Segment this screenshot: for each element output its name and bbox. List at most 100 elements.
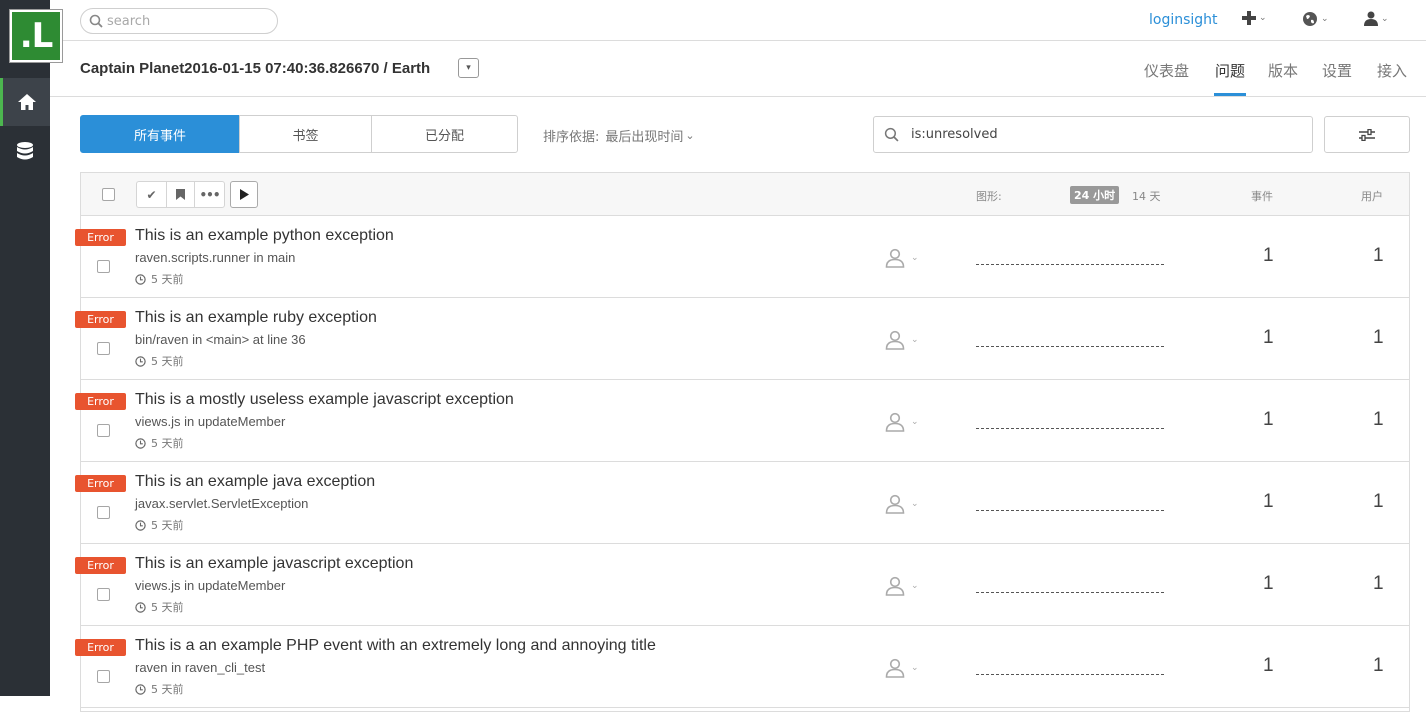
issue-search-input[interactable]: is:unresolved <box>873 116 1313 153</box>
issue-checkbox[interactable] <box>97 342 110 355</box>
issue-last-seen: 5 天前 <box>135 599 184 615</box>
assignee-dropdown[interactable]: ⌄ <box>885 412 919 432</box>
sidebar <box>0 0 50 696</box>
chevron-down-icon: ⌄ <box>911 253 919 263</box>
event-sparkline <box>976 428 1164 429</box>
tab-settings[interactable]: 设置 <box>1322 60 1352 81</box>
user-menu-button[interactable]: ⌄ <box>1364 11 1389 26</box>
issue-checkbox[interactable] <box>97 588 110 601</box>
level-badge: Error <box>75 229 126 246</box>
app-logo[interactable]: .L <box>10 10 62 62</box>
issue-checkbox[interactable] <box>97 670 110 683</box>
issue-title[interactable]: This is an example javascript exception <box>135 555 413 573</box>
tab-install[interactable]: 接入 <box>1377 60 1407 81</box>
issue-row[interactable]: Error This is an example python exceptio… <box>75 216 1409 298</box>
event-count: 1 <box>1263 491 1274 512</box>
clock-icon <box>135 683 146 695</box>
last-seen-text: 5 天前 <box>151 683 184 696</box>
issue-title[interactable]: This is a mostly useless example javascr… <box>135 391 514 409</box>
event-sparkline <box>976 592 1164 593</box>
issue-title[interactable]: This is an example ruby exception <box>135 309 377 327</box>
issue-title[interactable]: This is a an example PHP event with an e… <box>135 637 656 655</box>
sidebar-item-home[interactable] <box>0 78 50 126</box>
filter-all-events-button[interactable]: 所有事件 <box>80 115 240 153</box>
issue-culprit: javax.servlet.ServletException <box>135 496 309 511</box>
chevron-down-icon: ⌄ <box>1259 13 1267 23</box>
language-menu-button[interactable]: ⌄ <box>1302 11 1329 27</box>
user-org-link[interactable]: loginsight <box>1149 12 1218 28</box>
project-switcher-button[interactable]: ▾ <box>458 58 479 78</box>
sidebar-item-database[interactable] <box>0 128 50 176</box>
issue-query: is:unresolved <box>911 127 998 142</box>
last-seen-text: 5 天前 <box>151 519 184 532</box>
issue-culprit: views.js in updateMember <box>135 578 286 593</box>
issue-last-seen: 5 天前 <box>135 435 184 451</box>
assignee-dropdown[interactable]: ⌄ <box>885 494 919 514</box>
chevron-down-icon: ▾ <box>466 63 471 73</box>
bookmark-button[interactable] <box>166 181 195 208</box>
range-24h-button[interactable]: 24 小时 <box>1070 186 1120 204</box>
tab-dashboard[interactable]: 仪表盘 <box>1144 60 1189 81</box>
global-search-input[interactable]: search <box>80 8 278 34</box>
user-outline-icon <box>885 494 905 514</box>
tab-releases[interactable]: 版本 <box>1268 60 1298 81</box>
events-column-label: 事件 <box>1251 190 1273 203</box>
level-badge: Error <box>75 311 126 328</box>
issue-culprit: bin/raven in <main> at line 36 <box>135 332 306 347</box>
user-count: 1 <box>1373 327 1384 348</box>
assignee-dropdown[interactable]: ⌄ <box>885 658 919 678</box>
user-icon <box>1364 11 1378 26</box>
active-tab-indicator <box>1214 93 1246 96</box>
issue-checkbox[interactable] <box>97 424 110 437</box>
home-icon <box>17 94 36 110</box>
chevron-down-icon: ⌄ <box>911 417 919 427</box>
filter-bookmarks-button[interactable]: 书签 <box>239 115 372 153</box>
ellipsis-icon: ••• <box>199 187 220 202</box>
event-count: 1 <box>1263 409 1274 430</box>
last-seen-text: 5 天前 <box>151 437 184 450</box>
event-count: 1 <box>1263 327 1274 348</box>
user-count: 1 <box>1373 409 1384 430</box>
event-sparkline <box>976 674 1164 675</box>
issue-row[interactable]: Error This is an example ruby exception … <box>75 298 1409 380</box>
issue-last-seen: 5 天前 <box>135 681 184 697</box>
new-menu-button[interactable]: ⌄ <box>1242 11 1267 25</box>
issue-row[interactable]: Error This is an example java exception … <box>75 462 1409 544</box>
filter-assigned-button[interactable]: 已分配 <box>371 115 518 153</box>
search-placeholder: search <box>107 13 151 29</box>
assignee-dropdown[interactable]: ⌄ <box>885 576 919 596</box>
issue-row[interactable]: Error This is a mostly useless example j… <box>75 380 1409 462</box>
chevron-down-icon: ⌄ <box>1381 13 1389 24</box>
sort-dropdown[interactable]: 排序依据: 最后出现时间 ⌄ <box>543 126 695 145</box>
issue-culprit: raven.scripts.runner in main <box>135 250 296 265</box>
assignee-dropdown[interactable]: ⌄ <box>885 248 919 268</box>
user-outline-icon <box>885 658 905 678</box>
issue-title[interactable]: This is an example python exception <box>135 227 394 245</box>
select-all-checkbox[interactable] <box>102 188 115 201</box>
more-actions-button[interactable]: ••• <box>194 181 225 208</box>
advanced-filters-button[interactable] <box>1324 116 1410 153</box>
clock-icon <box>135 273 146 285</box>
issue-checkbox[interactable] <box>97 506 110 519</box>
assignee-dropdown[interactable]: ⌄ <box>885 330 919 350</box>
resolve-button[interactable]: ✔ <box>136 181 166 208</box>
users-column-label: 用户 <box>1361 190 1383 203</box>
issue-title[interactable]: This is an example java exception <box>135 473 375 491</box>
event-sparkline <box>976 264 1164 265</box>
issue-row[interactable]: Error This is an example javascript exce… <box>75 544 1409 626</box>
event-count: 1 <box>1263 655 1274 676</box>
bookmark-icon <box>176 189 185 200</box>
issue-last-seen: 5 天前 <box>135 271 184 287</box>
tab-issues[interactable]: 问题 <box>1215 60 1245 81</box>
issue-checkbox[interactable] <box>97 260 110 273</box>
event-count: 1 <box>1263 245 1274 266</box>
issue-culprit: views.js in updateMember <box>135 414 286 429</box>
last-seen-text: 5 天前 <box>151 355 184 368</box>
clock-icon <box>135 437 146 449</box>
range-14d-button[interactable]: 14 天 <box>1132 188 1161 204</box>
last-seen-text: 5 天前 <box>151 273 184 286</box>
last-seen-text: 5 天前 <box>151 601 184 614</box>
database-icon <box>17 142 33 160</box>
realtime-play-button[interactable] <box>230 181 258 208</box>
play-icon <box>239 189 249 200</box>
